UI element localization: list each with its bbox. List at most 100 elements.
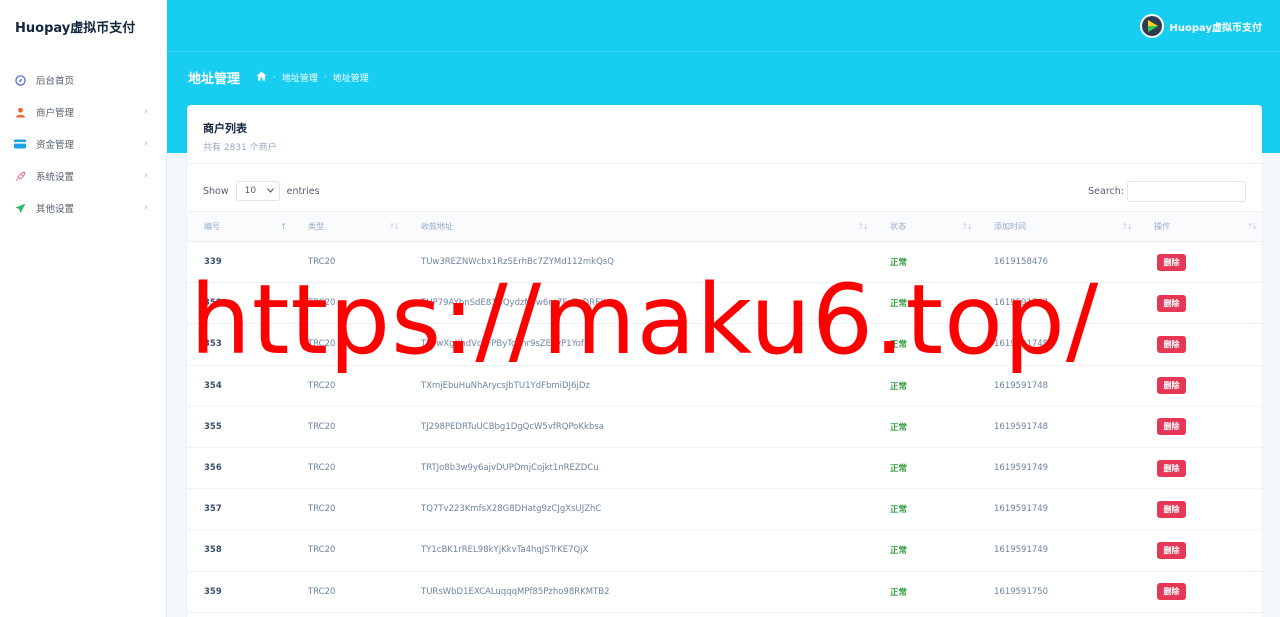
chevron-right-icon: › (144, 202, 148, 213)
page-header: 地址管理 · 地址管理 · 地址管理 (188, 68, 369, 87)
cell-address: TXmjEbuHuNhArycsJbTU1YdFbmiDJ6jDz (421, 380, 590, 391)
chevron-right-icon: › (144, 106, 148, 117)
card-title: 商户列表 (203, 122, 247, 135)
cell-action: 删除 (1137, 530, 1262, 571)
cell-time: 1619591750 (994, 586, 1049, 597)
sort-icon: ↑↓ (857, 222, 869, 231)
cell-status: 正常 (890, 299, 908, 310)
search-label: Search: (1088, 186, 1124, 197)
sidebar-item-label: 其他设置 (36, 204, 75, 215)
delete-button[interactable]: 删除 (1157, 253, 1186, 271)
delete-button[interactable]: 删除 (1157, 335, 1186, 353)
delete-button[interactable]: 删除 (1157, 294, 1186, 312)
cell-time: 1619591749 (994, 545, 1049, 556)
table-row: 359 TRC20 TURsWbD1EXCALuqqqMPf85Pzho98RK… (187, 571, 1262, 613)
sidebar: Huopay虚拟币支付 后台首页 商户管理 › 资金管理 › 系统设置 › 其他… (0, 0, 167, 617)
cell-address: TQ7Tv223KmfsX28G8DHatg9zCJgXsUJZhC (421, 504, 602, 515)
cell-time: 1619591748 (994, 380, 1049, 391)
search-input[interactable] (1127, 181, 1246, 202)
table-row: 354 TRC20 TXmjEbuHuNhArycsJbTU1YdFbmiDJ6… (187, 365, 1262, 407)
table-row: 353 TRC20 TQrwXgXhdVcLFPByTc2hr9sZEyvP1Y… (187, 324, 1262, 366)
cell-type: TRC20 (308, 504, 336, 515)
entries-label: entries (286, 185, 320, 197)
cell-type: TRC20 (308, 586, 336, 597)
entries-select[interactable]: 10 (235, 181, 280, 201)
cell-status: 正常 (890, 505, 908, 516)
cell-status: 正常 (890, 422, 908, 433)
cell-address: TQrwXgXhdVcLFPByTc2hr9sZEyvP1Yof (421, 339, 584, 350)
chevron-down-icon (266, 186, 274, 196)
table-row: 339 TRC20 TUw3REZNWcbx1RzSErhBc7ZYMd112m… (187, 242, 1262, 283)
sort-icon: ↑↓ (961, 222, 973, 231)
table-row: 356 TRC20 TRTJo8b3w9y6ajvDUPDmjCojkt1nRE… (187, 447, 1262, 489)
merchant-card: 商户列表 共有 2831 个商户 Show 10 entries Search:… (187, 105, 1262, 617)
merchant-table: 编号 ↑ 类型 ↑↓ 收款地址 ↑↓ 状态 ↑↓ 添加时间 ↑↓ 操作 ↑↓ 339 TRC… (187, 211, 1262, 613)
home-icon[interactable] (256, 71, 267, 84)
rocket-icon (14, 170, 26, 182)
delete-button[interactable]: 删除 (1157, 418, 1186, 436)
cell-time: 1619591748 (994, 421, 1049, 432)
column-header-time[interactable]: 添加时间 ↑↓ (977, 211, 1137, 242)
delete-button[interactable]: 删除 (1157, 459, 1186, 477)
card-header: 商户列表 共有 2831 个商户 (187, 105, 1262, 164)
cell-address: TURsWbD1EXCALuqqqMPf85Pzho98RKMTB2 (421, 586, 610, 597)
length-control: Show 10 entries (203, 181, 320, 201)
sidebar-item-other[interactable]: 其他设置 › (0, 192, 166, 224)
column-header-status[interactable]: 状态 ↑↓ (873, 211, 977, 242)
cell-address: TUw3REZNWcbx1RzSErhBc7ZYMd112mkQsQ (421, 257, 614, 268)
brand-title: Huopay虚拟币支付 (15, 20, 136, 36)
sidebar-nav: 后台首页 商户管理 › 资金管理 › 系统设置 › 其他设置 › (0, 64, 166, 224)
cell-id: 357 (204, 504, 222, 515)
cell-time: 1619591747 (994, 298, 1049, 309)
column-header-id[interactable]: 编号 ↑ (187, 211, 291, 242)
sort-icon: ↑↓ (1121, 222, 1133, 231)
sidebar-item-system[interactable]: 系统设置 › (0, 160, 166, 192)
sidebar-item-funds[interactable]: 资金管理 › (0, 128, 166, 160)
topbar: Huopay虚拟币支付 (167, 0, 1280, 52)
delete-button[interactable]: 删除 (1157, 377, 1186, 395)
cell-type: TRC20 (308, 380, 336, 391)
chevron-right-icon: › (144, 170, 148, 181)
cell-action: 删除 (1137, 365, 1262, 406)
cell-address: TJ298PEDRTuUCBbg1DgQcW5vfRQPoKkbsa (421, 421, 605, 432)
table-row: 358 TRC20 TY1cBK1rREL98kYjKkvTa4hqJSTrKE… (187, 530, 1262, 571)
delete-button[interactable]: 删除 (1157, 541, 1186, 559)
cell-status: 正常 (890, 381, 908, 392)
page-title: 地址管理 (188, 72, 241, 87)
cell-id: 339 (204, 257, 222, 268)
cell-status: 正常 (890, 340, 908, 351)
cell-action: 删除 (1137, 283, 1262, 324)
credit-card-icon (14, 138, 26, 150)
sidebar-item-label: 系统设置 (36, 172, 75, 183)
breadcrumb-item: 地址管理 (332, 74, 369, 84)
cell-id: 352 (204, 298, 222, 309)
avatar (1139, 14, 1164, 38)
column-header-type[interactable]: 类型 ↑↓ (291, 211, 404, 242)
cell-id: 353 (204, 339, 222, 350)
breadcrumb-item[interactable]: 地址管理 (282, 71, 318, 84)
breadcrumb-separator: · (323, 72, 327, 83)
cell-address: TRTJo8b3w9y6ajvDUPDmjCojkt1nREZDCu (421, 463, 599, 474)
cell-time: 1619591749 (994, 463, 1049, 474)
show-label: Show (203, 185, 229, 197)
cell-type: TRC20 (308, 298, 336, 309)
cell-action: 删除 (1137, 406, 1262, 447)
cell-id: 358 (204, 545, 222, 556)
cell-time: 1619591748 (994, 339, 1049, 350)
cell-action: 删除 (1137, 324, 1262, 365)
sidebar-item-merchants[interactable]: 商户管理 › (0, 96, 166, 128)
cell-type: TRC20 (308, 463, 336, 474)
sort-icon: ↑↓ (388, 222, 400, 231)
user-menu[interactable]: Huopay虚拟币支付 (1139, 13, 1262, 39)
cell-address: THP79AYbnSdE81UQydzNYw6nt7FcTqDRFX (421, 298, 606, 309)
delete-button[interactable]: 删除 (1157, 500, 1186, 518)
column-header-action[interactable]: 操作 ↑↓ (1137, 211, 1262, 242)
send-icon (14, 202, 26, 214)
chevron-right-icon: › (144, 138, 148, 149)
cell-status: 正常 (890, 464, 908, 475)
sidebar-item-dashboard[interactable]: 后台首页 (0, 64, 166, 96)
delete-button[interactable]: 删除 (1157, 583, 1186, 601)
cell-status: 正常 (890, 587, 908, 598)
cell-time: 1619591749 (994, 504, 1049, 515)
column-header-address[interactable]: 收款地址 ↑↓ (404, 211, 873, 242)
